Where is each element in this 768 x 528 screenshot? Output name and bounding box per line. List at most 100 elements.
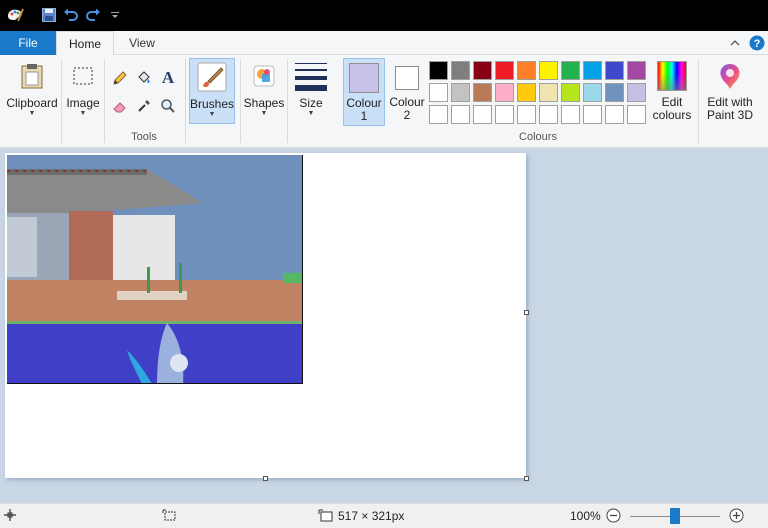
tab-file[interactable]: File — [0, 31, 56, 55]
colour-1-button[interactable]: Colour 1 — [343, 58, 385, 126]
eraser-icon[interactable] — [110, 96, 130, 116]
collapse-ribbon-icon[interactable] — [727, 34, 743, 52]
image-dropdown-icon: ▼ — [79, 110, 87, 117]
colour-spectrum-icon — [657, 61, 687, 91]
cursor-position-icon — [4, 509, 16, 521]
size-label: Size — [299, 96, 323, 110]
save-icon[interactable] — [40, 6, 58, 24]
customize-qa-icon[interactable] — [106, 6, 124, 24]
colour-2-swatch — [395, 66, 419, 90]
image-label: Image — [66, 96, 100, 110]
palette-swatch[interactable] — [451, 105, 470, 124]
palette-swatch[interactable] — [517, 83, 536, 102]
size-button[interactable]: Size ▼ — [291, 59, 331, 125]
palette-swatch[interactable] — [583, 83, 602, 102]
palette-swatch[interactable] — [539, 105, 558, 124]
palette-swatch[interactable] — [429, 83, 448, 102]
palette-swatch[interactable] — [627, 61, 646, 80]
ribbon-home: Clipboard ▼ Image ▼ A Tools Brushes ▼ Sh… — [0, 55, 768, 148]
palette-swatch[interactable] — [561, 61, 580, 80]
palette-swatch[interactable] — [473, 83, 492, 102]
palette-swatch[interactable] — [561, 105, 580, 124]
text-tool-icon[interactable]: A — [158, 68, 178, 88]
palette-swatch[interactable] — [473, 61, 492, 80]
tab-view[interactable]: View — [118, 31, 166, 55]
paint-3d-label-2: Paint 3D — [706, 108, 754, 122]
svg-text:?: ? — [754, 38, 761, 50]
image-size-text: 517 × 321px — [338, 509, 405, 523]
clipboard-icon — [17, 61, 47, 91]
zoom-in-button[interactable] — [729, 508, 744, 523]
palette-swatch[interactable] — [583, 105, 602, 124]
colour-1-swatch — [349, 63, 379, 93]
resize-handle-right[interactable] — [524, 310, 529, 315]
palette-swatch[interactable] — [495, 61, 514, 80]
tools-group-label: Tools — [131, 131, 157, 143]
palette-swatch[interactable] — [429, 105, 448, 124]
zoom-slider-thumb[interactable] — [670, 508, 680, 524]
magnifier-icon[interactable] — [158, 96, 178, 116]
palette-swatch[interactable] — [561, 83, 580, 102]
brushes-label: Brushes — [190, 97, 235, 111]
shapes-icon — [248, 61, 280, 91]
palette-swatch[interactable] — [517, 105, 536, 124]
photo-house-pool — [7, 155, 302, 383]
palette-swatch[interactable] — [451, 61, 470, 80]
palette-swatch[interactable] — [583, 61, 602, 80]
palette-swatch[interactable] — [605, 105, 624, 124]
colours-group-label: Colours — [519, 131, 557, 143]
palette-swatch[interactable] — [473, 105, 492, 124]
edit-colours-label-2: colours — [652, 108, 692, 122]
workspace — [0, 148, 768, 503]
redo-icon[interactable] — [84, 6, 102, 24]
edit-with-paint-3d-button[interactable]: Edit with Paint 3D — [702, 59, 758, 127]
clipboard-dropdown-icon: ▼ — [28, 110, 36, 117]
zoom-level-value: 100% — [570, 509, 601, 523]
select-icon — [68, 61, 98, 91]
image-size-indicator: 517 × 321px — [318, 509, 404, 523]
title-bar — [0, 0, 768, 31]
resize-handle-bottom[interactable] — [263, 476, 268, 481]
paint-app-icon[interactable] — [6, 6, 24, 24]
image-size-icon — [318, 509, 333, 522]
brushes-dropdown-icon: ▼ — [208, 111, 216, 118]
palette-swatch[interactable] — [495, 83, 514, 102]
colour-1-number: 1 — [360, 109, 368, 123]
resize-handle-corner[interactable] — [524, 476, 529, 481]
palette-swatch[interactable] — [539, 83, 558, 102]
image-button[interactable]: Image ▼ — [64, 59, 102, 125]
undo-icon[interactable] — [62, 6, 80, 24]
fill-bucket-icon[interactable] — [134, 68, 154, 88]
colour-2-number: 2 — [403, 108, 411, 122]
edit-colours-button[interactable]: Edit colours — [650, 59, 694, 127]
brushes-button[interactable]: Brushes ▼ — [189, 58, 235, 124]
palette-swatch[interactable] — [605, 61, 624, 80]
ribbon-tab-strip: File Home View ? — [0, 31, 768, 56]
line-size-icon — [295, 63, 327, 91]
palette-swatch[interactable] — [605, 83, 624, 102]
paint-3d-icon — [715, 61, 745, 91]
pasted-image[interactable] — [7, 155, 303, 384]
palette-swatch[interactable] — [627, 105, 646, 124]
pencil-icon[interactable] — [110, 68, 130, 88]
brush-icon — [196, 61, 228, 93]
colour-picker-icon[interactable] — [134, 96, 154, 116]
clipboard-button[interactable]: Clipboard ▼ — [4, 59, 60, 125]
size-dropdown-icon: ▼ — [307, 110, 315, 117]
palette-swatch[interactable] — [495, 105, 514, 124]
palette-swatch[interactable] — [451, 83, 470, 102]
palette-swatch[interactable] — [627, 83, 646, 102]
zoom-out-button[interactable] — [606, 508, 621, 523]
shapes-button[interactable]: Shapes ▼ — [243, 59, 285, 125]
palette-swatch[interactable] — [539, 61, 558, 80]
clipboard-label: Clipboard — [6, 96, 58, 110]
drawing-canvas[interactable] — [5, 153, 529, 481]
palette-swatch[interactable] — [517, 61, 536, 80]
palette-swatch[interactable] — [429, 61, 448, 80]
help-icon[interactable]: ? — [748, 34, 766, 52]
status-bar: 517 × 321px 100% — [0, 503, 768, 528]
shapes-dropdown-icon: ▼ — [260, 110, 268, 117]
zoom-level-text: 100% — [570, 509, 601, 523]
tab-home[interactable]: Home — [56, 31, 114, 56]
colour-2-button[interactable]: Colour 2 — [386, 58, 428, 126]
